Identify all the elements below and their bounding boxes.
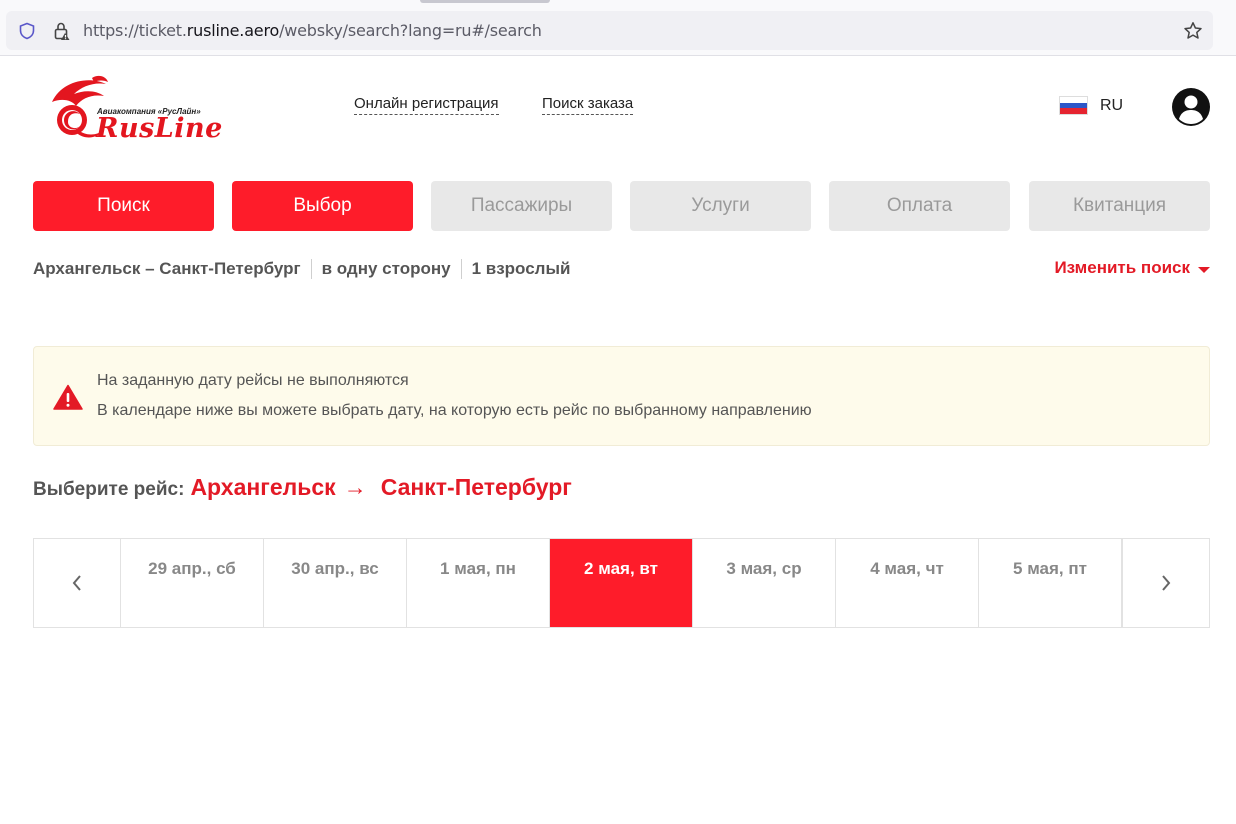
browser-toolbar: https://ticket.rusline.aero/websky/searc… xyxy=(0,0,1236,56)
select-flight-label: Выберите рейс: xyxy=(33,479,185,500)
date-cell[interactable]: 4 мая, чт xyxy=(836,539,979,627)
date-carousel: 29 апр., сб 30 апр., вс 1 мая, пн 2 мая,… xyxy=(33,538,1210,628)
booking-steps: Поиск Выбор Пассажиры Услуги Оплата Квит… xyxy=(33,181,1210,231)
logo-wordmark: RusLine xyxy=(96,113,223,144)
url-path: /websky/search?lang=ru#/search xyxy=(279,21,542,40)
date-cell[interactable]: 3 мая, ср xyxy=(693,539,836,627)
step-search[interactable]: Поиск xyxy=(33,181,214,231)
language-code: RU xyxy=(1100,96,1124,114)
search-summary: Архангельск – Санкт-Петербург в одну сто… xyxy=(33,258,570,280)
rusline-logo[interactable]: Авиакомпания «РусЛайн» RusLine xyxy=(48,72,233,144)
alert-title: На заданную дату рейсы не выполняются xyxy=(97,372,409,389)
summary-divider xyxy=(310,259,312,279)
lock-icon[interactable] xyxy=(53,21,71,41)
russia-flag-icon xyxy=(1059,96,1088,115)
route-arrow: → xyxy=(343,474,367,500)
summary-route: Архангельск – Санкт-Петербург xyxy=(33,259,301,278)
url-text[interactable]: https://ticket.rusline.aero/websky/searc… xyxy=(83,21,542,40)
shield-icon[interactable] xyxy=(18,22,36,40)
no-flights-alert: На заданную дату рейсы не выполняются В … xyxy=(33,346,1210,446)
step-payment: Оплата xyxy=(829,181,1010,231)
url-prefix: https://ticket. xyxy=(83,21,187,40)
language-selector[interactable]: RU xyxy=(1059,96,1123,115)
origin-city: Архангельск xyxy=(190,474,336,500)
destination-city: Санкт-Петербург xyxy=(380,474,572,500)
warning-icon xyxy=(53,384,83,410)
change-search-label: Изменить поиск xyxy=(1054,258,1190,277)
date-cell[interactable]: 1 мая, пн xyxy=(407,539,550,627)
step-services: Услуги xyxy=(630,181,811,231)
summary-divider xyxy=(460,259,462,279)
date-cell[interactable]: 5 мая, пт xyxy=(979,539,1122,627)
bookmark-star-icon[interactable] xyxy=(1183,21,1203,41)
date-cell[interactable]: 29 апр., сб xyxy=(121,539,264,627)
next-dates-button[interactable] xyxy=(1122,539,1209,627)
find-order-link[interactable]: Поиск заказа xyxy=(542,95,634,115)
caret-down-icon xyxy=(1198,266,1210,273)
select-flight-heading: Выберите рейс: Архангельск → Санкт-Петер… xyxy=(33,474,572,501)
previous-dates-button[interactable] xyxy=(34,539,121,627)
date-cell[interactable]: 30 апр., вс xyxy=(264,539,407,627)
chevron-right-icon xyxy=(1162,575,1171,591)
date-cell-selected[interactable]: 2 мая, вт xyxy=(550,539,693,627)
step-receipt: Квитанция xyxy=(1029,181,1210,231)
url-host: rusline.aero xyxy=(186,21,280,40)
step-passengers: Пассажиры xyxy=(431,181,612,231)
user-account-icon[interactable] xyxy=(1172,88,1210,126)
chevron-left-icon xyxy=(72,575,81,591)
change-search-button[interactable]: Изменить поиск xyxy=(1054,258,1210,278)
address-bar[interactable]: https://ticket.rusline.aero/websky/searc… xyxy=(6,11,1213,50)
tab-indicator xyxy=(420,0,550,3)
alert-hint: В календаре ниже вы можете выбрать дату,… xyxy=(97,402,812,419)
summary-trip-type: в одну сторону xyxy=(321,259,451,278)
site-header: Авиакомпания «РусЛайн» RusLine Онлайн ре… xyxy=(0,56,1236,176)
step-selection[interactable]: Выбор xyxy=(232,181,413,231)
summary-passengers: 1 взрослый xyxy=(471,259,571,278)
online-registration-link[interactable]: Онлайн регистрация xyxy=(354,95,499,115)
